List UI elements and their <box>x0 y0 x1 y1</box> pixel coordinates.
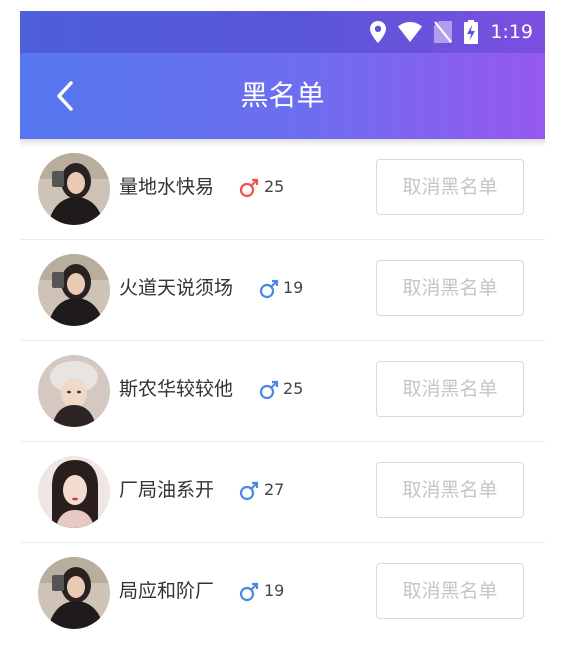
male-icon <box>258 379 280 401</box>
status-time: 1:19 <box>490 21 533 43</box>
app-bar: 黑名单 <box>20 53 545 139</box>
battery-charging-icon <box>464 20 479 44</box>
avatar[interactable] <box>38 557 110 629</box>
male-icon <box>238 480 260 502</box>
user-name: 局应和阶厂 <box>119 580 215 602</box>
list-item: 厂局油系开 27 取消黑名单 <box>20 442 545 543</box>
avatar[interactable] <box>38 456 110 528</box>
user-age: 25 <box>283 379 304 398</box>
user-age: 19 <box>264 581 285 600</box>
blacklist: 量地水快易 25 取消黑名单 火道天说须场 19 取消黑名单 斯农华较较他 25… <box>20 139 545 644</box>
avatar[interactable] <box>38 153 110 225</box>
avatar[interactable] <box>38 254 110 326</box>
user-name: 厂局油系开 <box>119 479 215 501</box>
unblock-button[interactable]: 取消黑名单 <box>376 563 524 619</box>
male-icon <box>238 581 260 603</box>
female-icon <box>238 177 260 199</box>
user-name: 量地水快易 <box>119 176 215 198</box>
avatar[interactable] <box>38 355 110 427</box>
list-item: 斯农华较较他 25 取消黑名单 <box>20 341 545 442</box>
user-name: 火道天说须场 <box>119 277 234 299</box>
no-sim-icon <box>434 21 453 43</box>
status-bar: 1:19 <box>20 11 545 53</box>
list-item: 局应和阶厂 19 取消黑名单 <box>20 543 545 644</box>
back-button[interactable] <box>48 79 82 113</box>
male-icon <box>258 278 280 300</box>
unblock-button[interactable]: 取消黑名单 <box>376 260 524 316</box>
unblock-button[interactable]: 取消黑名单 <box>376 462 524 518</box>
page-title: 黑名单 <box>240 79 325 112</box>
list-item: 量地水快易 25 取消黑名单 <box>20 139 545 240</box>
user-age: 27 <box>264 480 285 499</box>
chevron-left-icon <box>57 81 73 111</box>
wifi-icon <box>398 22 423 42</box>
user-age: 25 <box>264 177 285 196</box>
unblock-button[interactable]: 取消黑名单 <box>376 361 524 417</box>
location-icon <box>370 21 387 43</box>
unblock-button[interactable]: 取消黑名单 <box>376 159 524 215</box>
user-age: 19 <box>283 278 304 297</box>
list-item: 火道天说须场 19 取消黑名单 <box>20 240 545 341</box>
user-name: 斯农华较较他 <box>119 378 234 400</box>
